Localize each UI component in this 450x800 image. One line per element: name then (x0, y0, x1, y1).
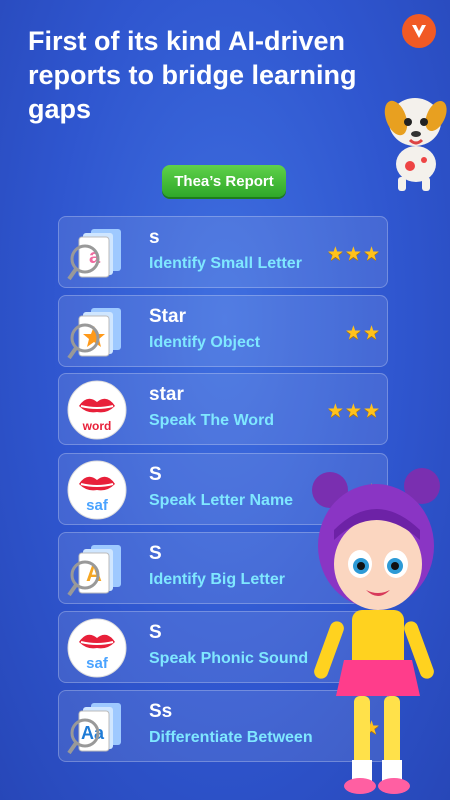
item-subtitle: Identify Big Letter (149, 571, 286, 588)
item-title: S (149, 543, 162, 564)
item-title: s (149, 227, 160, 248)
report-button[interactable]: Thea’s Report (162, 165, 286, 197)
differentiate-flashcard-icon: Aa (67, 703, 121, 755)
item-title: star (149, 384, 184, 405)
speak-letter-lips-icon: saf (67, 460, 127, 520)
item-title: S (149, 622, 162, 643)
item-title: Star (149, 306, 186, 327)
svg-text:Aa: Aa (81, 723, 105, 743)
report-item[interactable]: Star Identify Object ★★ (58, 295, 388, 367)
lips-icon-label: word (82, 419, 112, 433)
puppy-mascot-icon (384, 98, 447, 191)
report-item[interactable]: a s Identify Small Letter ★★★ (58, 216, 388, 288)
small-letter-flashcard-icon: a (67, 229, 121, 281)
item-subtitle: Differentiate Between (149, 729, 313, 746)
item-title: S (149, 464, 162, 485)
v-logo-icon[interactable] (402, 14, 436, 48)
lips-icon-label: saf (86, 655, 109, 672)
item-subtitle: Identify Small Letter (149, 255, 302, 272)
item-title: Ss (149, 701, 173, 722)
item-subtitle: Identify Object (149, 334, 261, 351)
item-subtitle: Speak The Word (149, 412, 275, 429)
speak-phonic-lips-icon: saf (67, 618, 127, 678)
item-subtitle: Speak Phonic Sound (149, 650, 309, 667)
star-rating: ★★★ (326, 244, 381, 265)
lips-icon-label: saf (86, 497, 109, 514)
star-rating: ★★ (344, 323, 381, 344)
big-letter-flashcard-icon: A (67, 545, 121, 597)
report-item[interactable]: word star Speak The Word ★★★ (58, 373, 388, 445)
star-rating: ★★★ (326, 401, 381, 422)
girl-mascot-icon (312, 468, 440, 794)
item-subtitle: Speak Letter Name (149, 492, 294, 509)
object-flashcard-icon (67, 308, 121, 360)
speak-word-lips-icon: word (67, 380, 127, 440)
headline: First of its kind AI-driven reports to b… (28, 26, 357, 124)
